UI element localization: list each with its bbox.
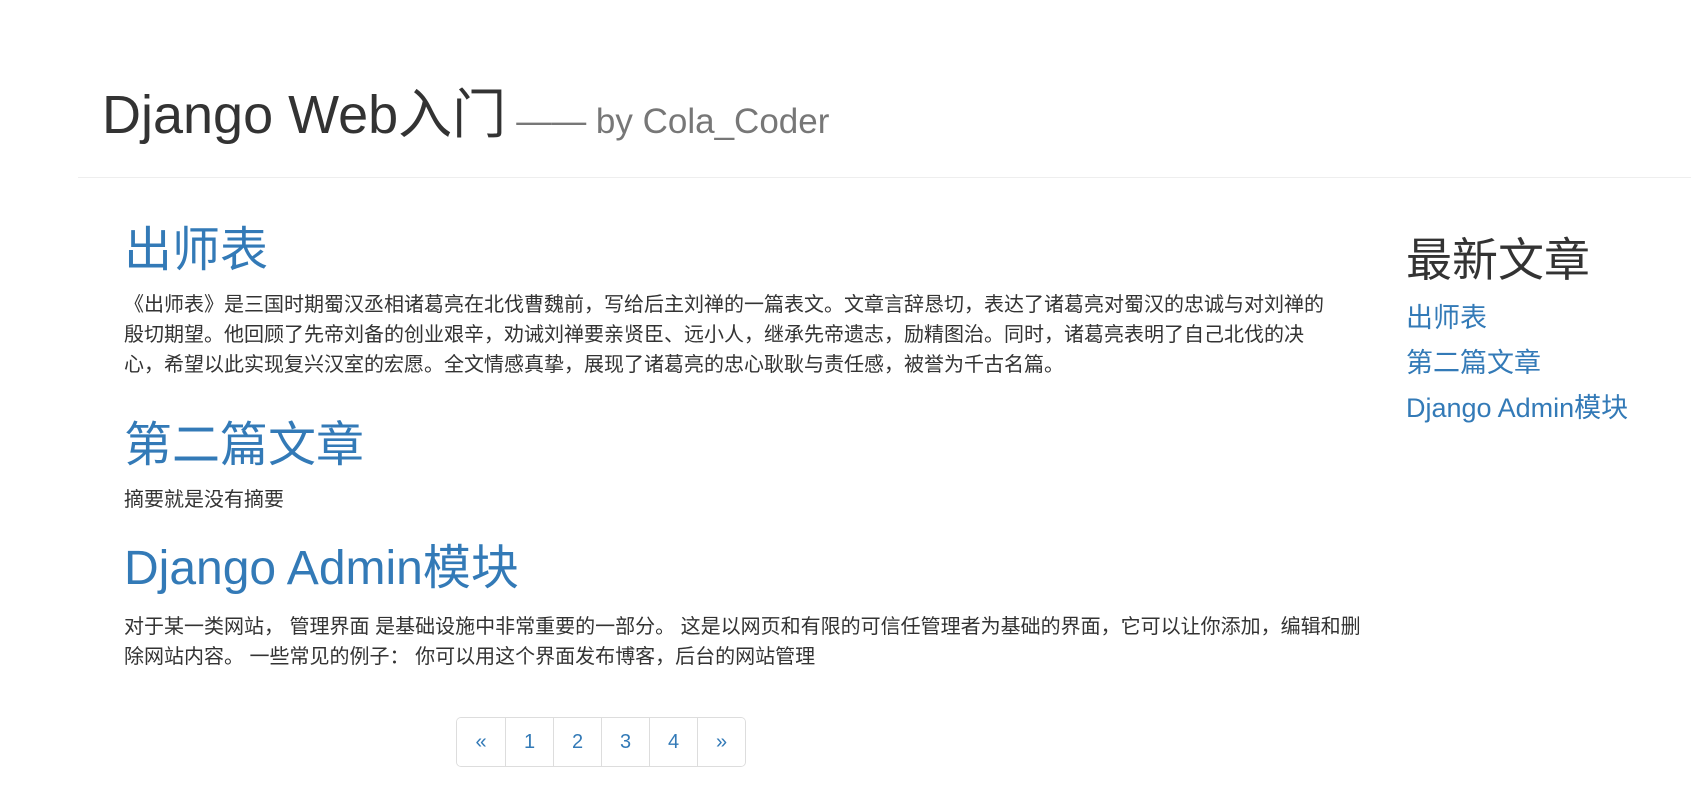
site-title: Django Web入门 —— by Cola_Coder [102,85,830,145]
site-subtitle: —— by Cola_Coder [516,102,830,141]
article-summary: 《出师表》是三国时期蜀汉丞相诸葛亮在北伐曹魏前，写给后主刘禅的一篇表文。文章言辞… [124,293,1324,376]
sidebar-title: 最新文章 [1406,234,1590,286]
sidebar-item: 第二篇文章 [1406,341,1686,386]
pagination-page-2[interactable]: 2 [553,718,601,766]
sidebar-item-link[interactable]: 出师表 [1406,296,1686,341]
page-header: Django Web入门 —— by Cola_Coder [78,80,1691,178]
pagination-prev-button[interactable]: « [457,718,505,766]
article-title-link[interactable]: 第二篇文章 [124,419,1342,473]
site-title-text: Django Web入门 [102,85,507,145]
pagination-next-button[interactable]: » [697,718,745,766]
sidebar-item: Django Admin模块 [1406,386,1686,431]
sidebar-item: 出师表 [1406,296,1686,341]
article-summary: 对于某一类网站， 管理界面 是基础设施中非常重要的一部分。 这是以网页和有限的可… [124,615,1361,668]
pagination-page-1[interactable]: 1 [505,718,553,766]
article-item: Django Admin模块 对于某一类网站， 管理界面 是基础设施中非常重要的… [124,542,1364,672]
pagination: « 1 2 3 4 » [456,717,746,767]
pagination-page-3[interactable]: 3 [601,718,649,766]
recent-articles-list: 出师表 第二篇文章 Django Admin模块 [1406,296,1686,431]
sidebar-item-link[interactable]: Django Admin模块 [1406,386,1686,431]
pagination-page-4[interactable]: 4 [649,718,697,766]
article-title-link[interactable]: 出师表 [124,224,1342,278]
article-summary: 摘要就是没有摘要 [124,488,284,511]
sidebar: 最新文章 出师表 第二篇文章 Django Admin模块 [1406,235,1686,431]
sidebar-item-link[interactable]: 第二篇文章 [1406,341,1686,386]
article-item: 第二篇文章 摘要就是没有摘要 [124,419,1342,515]
article-title-link[interactable]: Django Admin模块 [124,542,1364,596]
article-item: 出师表 《出师表》是三国时期蜀汉丞相诸葛亮在北伐曹魏前，写给后主刘禅的一篇表文。… [124,224,1342,380]
